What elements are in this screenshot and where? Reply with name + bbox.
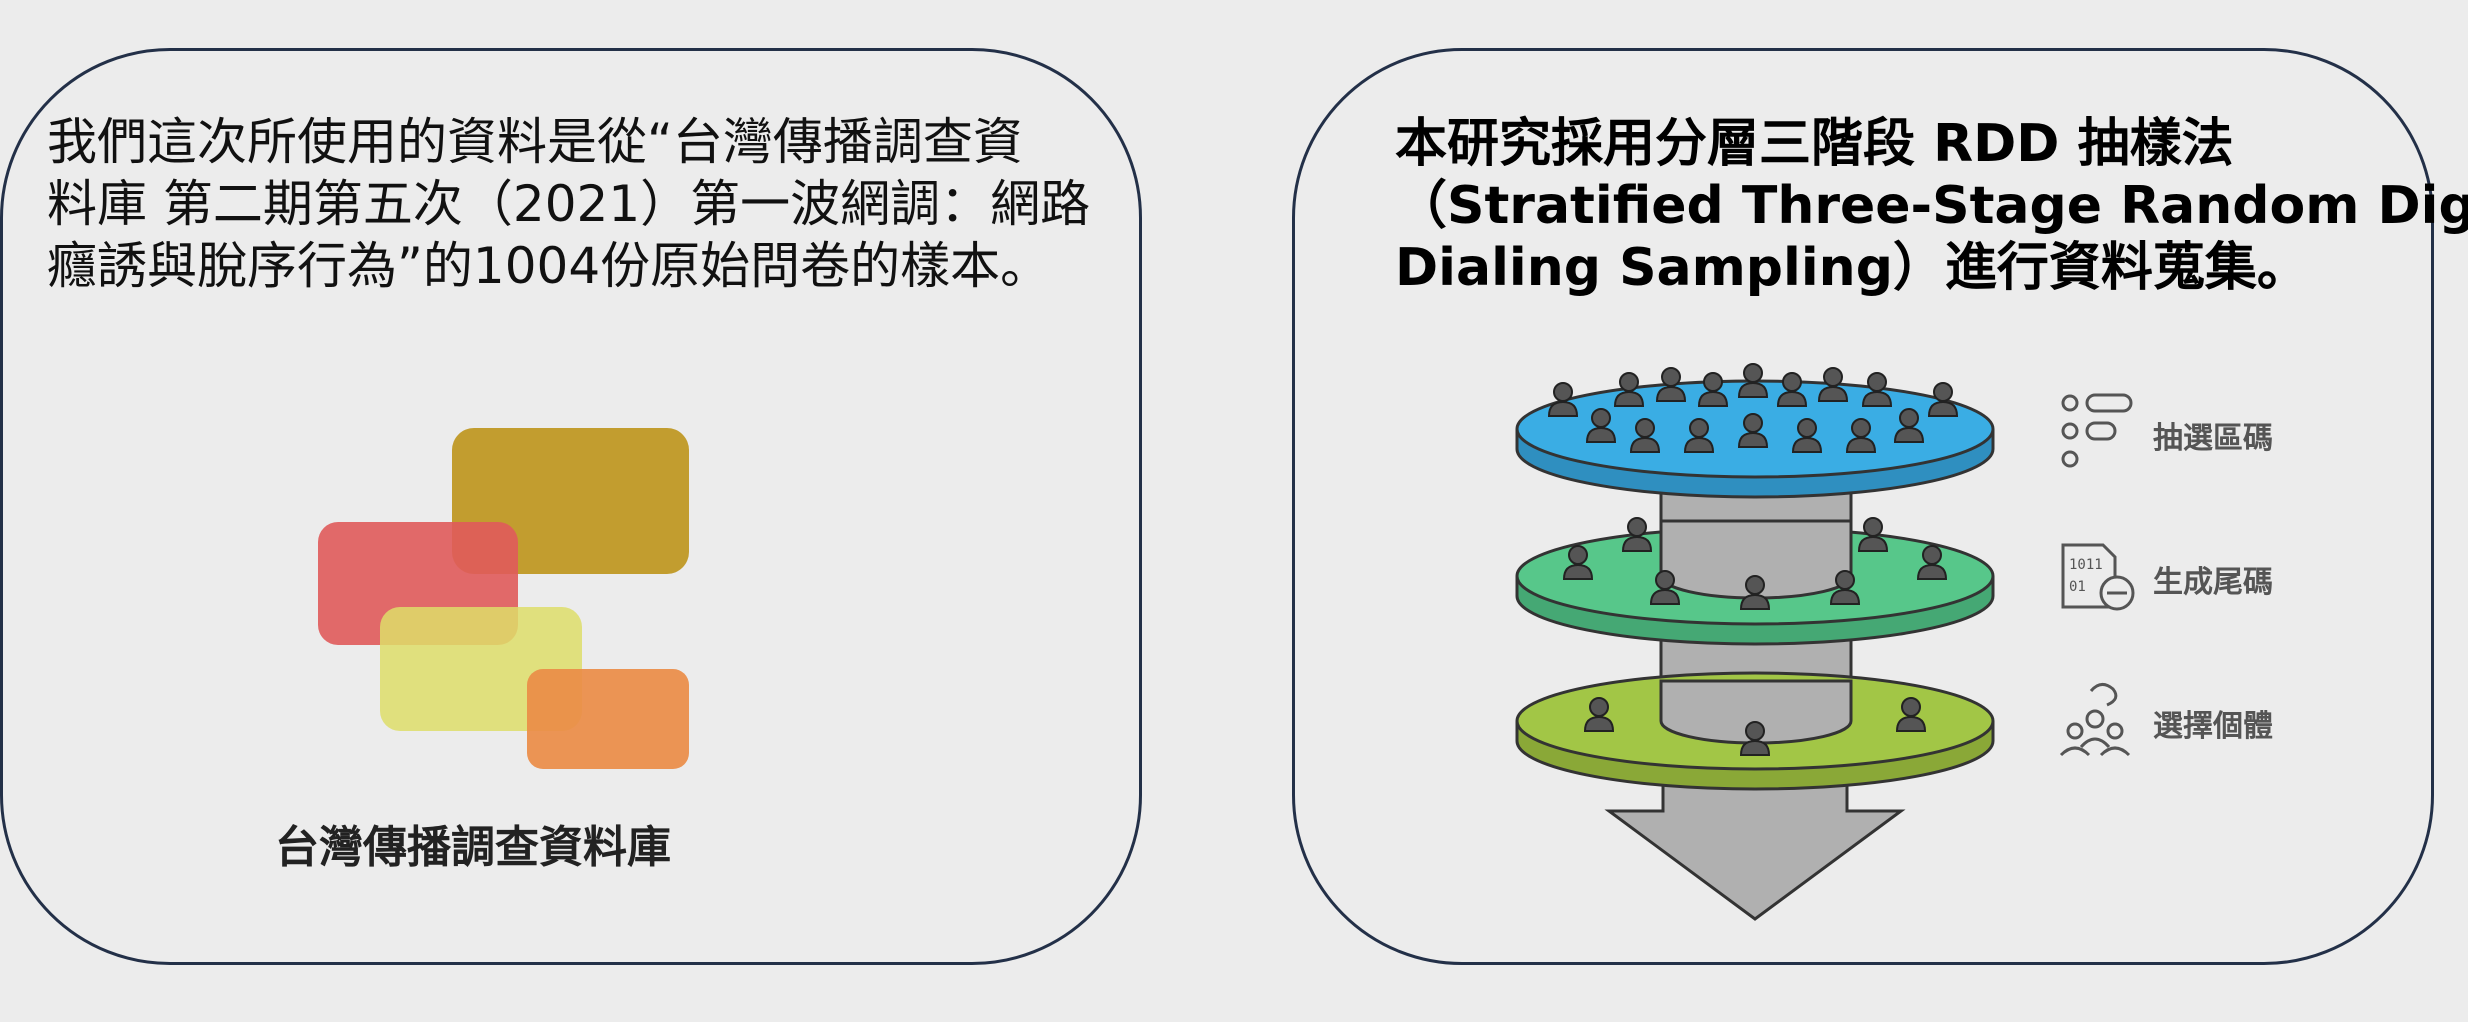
group-selection-icon: [2059, 683, 2131, 757]
stage-label-area-code: 抽選區碼: [2153, 421, 2273, 456]
logo-caption: 台灣傳播調查資料庫: [275, 822, 671, 873]
logo-block-orange: [527, 669, 689, 769]
sampling-diagram: 1011 01: [1515, 363, 2135, 921]
left-panel: 我們這次所使用的資料是從“台灣傳播調查資 料庫 第二期第五次（2021）第一波網…: [0, 48, 1142, 965]
right-panel: 本研究採用分層三階段 RDD 抽樣法 （Stratified Three-Sta…: [1292, 48, 2468, 965]
binary-file-icon: 1011 01: [2061, 543, 2135, 611]
down-arrow: [1604, 769, 1906, 921]
stage-label-suffix-code: 生成尾碼: [2153, 565, 2273, 600]
list-icon: [2061, 393, 2133, 468]
svg-text:1011: 1011: [2069, 557, 2103, 573]
svg-text:01: 01: [2069, 579, 2086, 595]
stage-label-select-individual: 選擇個體: [2153, 709, 2273, 744]
